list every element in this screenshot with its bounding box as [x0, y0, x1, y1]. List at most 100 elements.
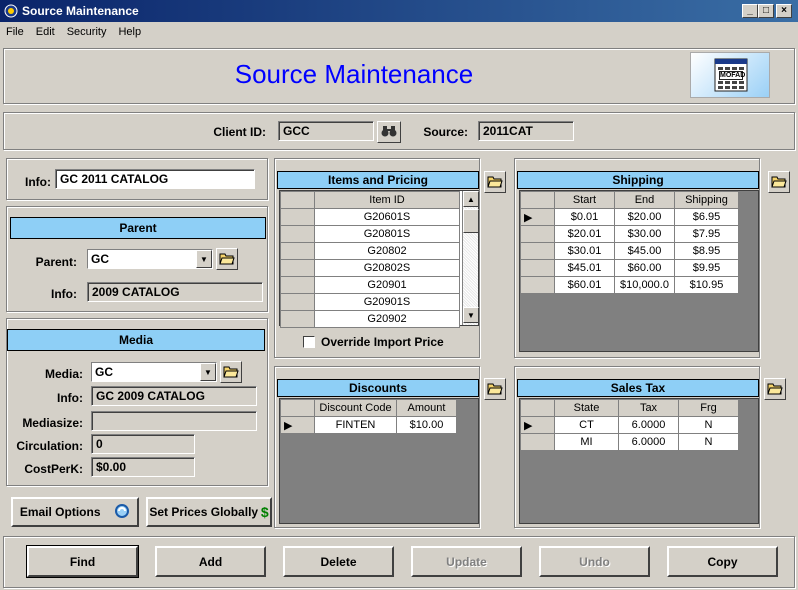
close-button[interactable]: × [776, 4, 792, 18]
row-pointer-icon: ▶ [280, 416, 315, 434]
parent-select-value: GC [88, 250, 196, 268]
row-pointer-icon: ▶ [520, 208, 555, 226]
menu-file[interactable]: File [0, 26, 30, 38]
sales-tax-grid[interactable]: State Tax Frg ▶ CT 6.0000 N MI 6.0000 N [519, 398, 759, 524]
set-prices-globally-button[interactable]: Set Prices Globally $ [146, 497, 272, 527]
shipping-column: Shipping [674, 191, 739, 209]
table-row[interactable]: MI 6.0000 N [520, 433, 739, 451]
media-select[interactable]: GC ▼ [91, 362, 217, 382]
find-button[interactable]: Find [26, 545, 139, 578]
table-row[interactable]: $20.01 $30.00 $7.95 [520, 225, 739, 243]
add-button[interactable]: Add [155, 546, 266, 577]
item-cell[interactable]: G20801S [314, 225, 460, 243]
discounts-grid[interactable]: Discount Code Amount ▶ FINTEN $10.00 [279, 398, 479, 524]
shipping-cell[interactable]: $6.95 [674, 208, 739, 226]
table-row[interactable]: $45.01 $60.00 $9.95 [520, 259, 739, 277]
items-grid[interactable]: Item ID G20601S G20801S G20802 G20802S G… [279, 190, 479, 328]
frg-column: Frg [678, 399, 739, 417]
discount-code-cell[interactable]: FINTEN [314, 416, 397, 434]
tax-cell[interactable]: 6.0000 [618, 416, 679, 434]
menu-help[interactable]: Help [112, 26, 147, 38]
scroll-up-icon[interactable]: ▲ [463, 191, 479, 207]
start-cell[interactable]: $60.01 [554, 276, 615, 294]
state-cell[interactable]: MI [554, 433, 619, 451]
chevron-down-icon[interactable]: ▼ [200, 363, 216, 381]
table-row[interactable]: G20802S [280, 259, 460, 277]
source-field[interactable]: 2011CAT [478, 121, 574, 141]
table-row[interactable]: ▶ FINTEN $10.00 [280, 416, 457, 434]
table-row[interactable]: ▶ $0.01 $20.00 $6.95 [520, 208, 739, 226]
source-label: Source: [423, 125, 468, 139]
media-folder-button[interactable] [220, 361, 242, 383]
row-pointer-icon: ▶ [520, 416, 555, 434]
item-cell[interactable]: G20802S [314, 259, 460, 277]
table-row[interactable]: ▶ CT 6.0000 N [520, 416, 739, 434]
start-cell[interactable]: $20.01 [554, 225, 615, 243]
shipping-cell[interactable]: $9.95 [674, 259, 739, 277]
tax-cell[interactable]: 6.0000 [618, 433, 679, 451]
item-cell[interactable]: G20802 [314, 242, 460, 260]
scroll-thumb[interactable] [463, 209, 479, 233]
table-row[interactable]: G20801S [280, 225, 460, 243]
state-cell[interactable]: CT [554, 416, 619, 434]
table-row[interactable]: G20802 [280, 242, 460, 260]
row-header-corner [280, 399, 315, 417]
frg-cell[interactable]: N [678, 433, 739, 451]
scroll-down-icon[interactable]: ▼ [463, 307, 479, 323]
maximize-button[interactable]: □ [758, 4, 774, 18]
amount-cell[interactable]: $10.00 [396, 416, 457, 434]
chevron-down-icon[interactable]: ▼ [196, 250, 212, 268]
media-select-value: GC [92, 363, 200, 381]
copy-button[interactable]: Copy [667, 546, 778, 577]
shipping-header: Shipping [517, 171, 759, 189]
menu-edit[interactable]: Edit [30, 26, 61, 38]
end-cell[interactable]: $30.00 [614, 225, 675, 243]
shipping-cell[interactable]: $8.95 [674, 242, 739, 260]
item-cell[interactable]: G20902 [314, 310, 460, 328]
table-row[interactable]: G20901S [280, 293, 460, 311]
delete-button[interactable]: Delete [283, 546, 394, 577]
minimize-button[interactable]: _ [742, 4, 758, 18]
shipping-cell[interactable]: $7.95 [674, 225, 739, 243]
table-row[interactable]: G20901 [280, 276, 460, 294]
start-cell[interactable]: $0.01 [554, 208, 615, 226]
parent-header: Parent [10, 217, 266, 239]
discounts-folder-button[interactable] [484, 378, 506, 400]
end-cell[interactable]: $20.00 [614, 208, 675, 226]
table-row[interactable]: G20601S [280, 208, 460, 226]
email-options-button[interactable]: Email Options [11, 497, 139, 527]
undo-button[interactable]: Undo [539, 546, 650, 577]
state-column: State [554, 399, 619, 417]
parent-select[interactable]: GC ▼ [87, 249, 213, 269]
shipping-cell[interactable]: $10.95 [674, 276, 739, 294]
parent-label: Parent: [35, 255, 77, 269]
update-button[interactable]: Update [411, 546, 522, 577]
shipping-folder-button[interactable] [768, 171, 790, 193]
table-row[interactable]: $30.01 $45.00 $8.95 [520, 242, 739, 260]
sales-tax-folder-button[interactable] [764, 378, 786, 400]
binoculars-button[interactable] [377, 121, 401, 143]
item-cell[interactable]: G20601S [314, 208, 460, 226]
end-cell[interactable]: $45.00 [614, 242, 675, 260]
mediasize-label: Mediasize: [22, 416, 83, 430]
start-cell[interactable]: $30.01 [554, 242, 615, 260]
app-icon [3, 3, 19, 19]
circulation-label: Circulation: [16, 439, 83, 453]
table-row[interactable]: G20902 [280, 310, 460, 328]
shipping-grid[interactable]: Start End Shipping ▶ $0.01 $20.00 $6.95 $20.0… [519, 190, 759, 352]
start-cell[interactable]: $45.01 [554, 259, 615, 277]
override-checkbox[interactable] [303, 336, 315, 348]
end-cell[interactable]: $60.00 [614, 259, 675, 277]
menu-security[interactable]: Security [61, 26, 113, 38]
item-cell[interactable]: G20901 [314, 276, 460, 294]
item-cell[interactable]: G20901S [314, 293, 460, 311]
items-scrollbar[interactable]: ▲ ▼ [462, 191, 479, 325]
frg-cell[interactable]: N [678, 416, 739, 434]
table-row[interactable]: $60.01 $10,000.0 $10.95 [520, 276, 739, 294]
info-input[interactable]: GC 2011 CATALOG [55, 169, 255, 189]
items-folder-button[interactable] [484, 171, 506, 193]
client-id-field[interactable]: GCC [278, 121, 374, 141]
media-info-field: GC 2009 CATALOG [91, 386, 257, 406]
end-cell[interactable]: $10,000.0 [614, 276, 675, 294]
parent-folder-button[interactable] [216, 248, 238, 270]
